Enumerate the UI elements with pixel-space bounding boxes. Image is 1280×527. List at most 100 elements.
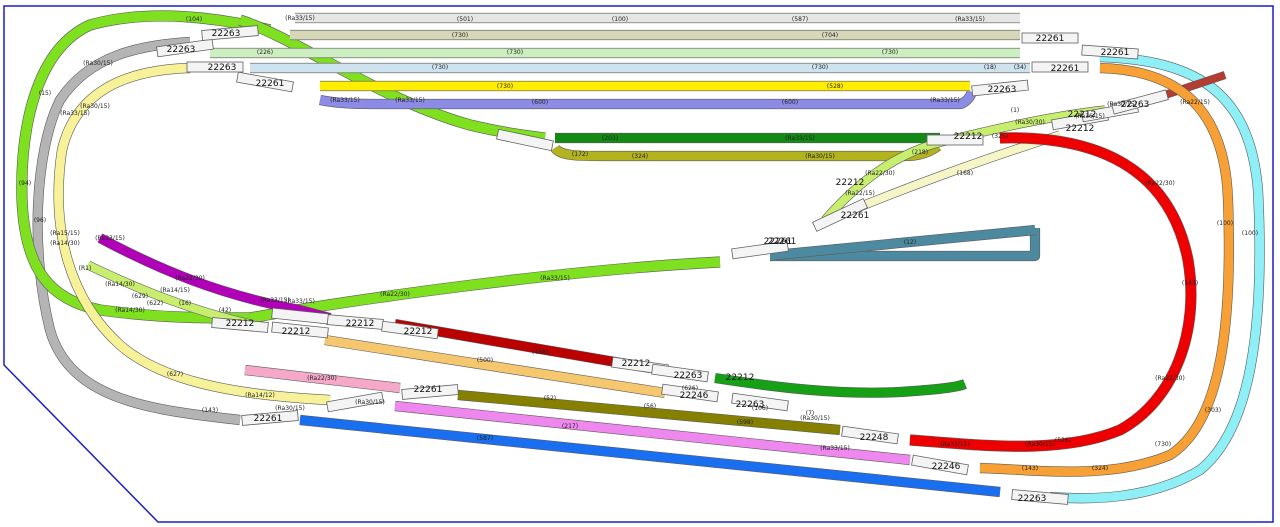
switch-label: 22212 <box>226 319 255 329</box>
switch-label: 22212 <box>1068 110 1097 120</box>
track-length-label: (Ra33/15) <box>820 445 850 452</box>
track-length-label: (172) <box>572 151 588 158</box>
track-length-label: (203) <box>602 135 618 142</box>
switch-label: 22212 <box>622 359 651 369</box>
track-length-label: (Ra14/15) <box>160 287 190 294</box>
track-length-label: (226) <box>257 49 273 56</box>
switch-label: 22261 <box>256 79 285 89</box>
track-length-label: (16) <box>179 300 191 307</box>
track-length-label: (303) <box>1205 407 1221 414</box>
switch-label: 22263 <box>674 371 703 381</box>
track-length-label: (629) <box>132 293 148 300</box>
track-length-label: (730) <box>1155 441 1171 448</box>
track-length-label: (704) <box>822 32 838 39</box>
track-length-label: (Ra33/15) <box>930 97 960 104</box>
track-length-label: (143) <box>202 407 218 414</box>
track-length-label: (Ra22/30) <box>307 375 337 382</box>
track-length-label: (Ra22/30) <box>175 275 205 282</box>
track-length-label: (526) <box>1055 437 1071 444</box>
track-length-label: (Ra33/15) <box>60 110 90 117</box>
track-length-label: (1) <box>1011 107 1020 114</box>
track-length-label: (730) <box>812 64 828 71</box>
track-length-label: (Ra30/15) <box>1025 441 1055 448</box>
track-length-label: (Ra14/30) <box>50 240 80 247</box>
switch-label: 22261 <box>1101 48 1130 58</box>
track-length-label: (217) <box>562 423 578 430</box>
track-length-label: (100) <box>1217 220 1233 227</box>
switch-label: 22246 <box>680 391 709 401</box>
track-length-label: (587) <box>477 435 493 442</box>
track-length-label: (Ra33/15) <box>540 275 570 282</box>
track-length-label: (Ra30/15) <box>800 415 830 422</box>
track-length-label: (730) <box>497 83 513 90</box>
track-length-label: (96) <box>34 217 46 224</box>
switch-label: 22261 <box>841 211 870 221</box>
track-length-label: (34) <box>1014 64 1026 71</box>
track-length-label: (143) <box>1182 280 1198 287</box>
track-length-label: (Ra14/30) <box>115 307 145 314</box>
switch-label: 22261 <box>1036 34 1065 44</box>
switch-label: 22261 <box>414 385 443 395</box>
track-length-label: (Ra22/15) <box>845 190 875 197</box>
switch-label: 22212 <box>726 373 755 383</box>
switch-label: 22246 <box>932 462 961 472</box>
track-length-label: (Ra33/15) <box>285 298 315 305</box>
switch-label: 22248 <box>860 433 889 443</box>
track-segment-lime <box>249 257 721 323</box>
track-length-label: (Ra22/30) <box>1155 375 1185 382</box>
track-length-label: (143) <box>1022 465 1038 472</box>
track-length-label: (168) <box>957 170 973 177</box>
track-length-label: (730) <box>507 49 523 56</box>
track-length-label: (458) <box>532 349 548 356</box>
track-length-label: (R1) <box>79 265 92 272</box>
track-length-label: (Ra22/30) <box>380 291 410 298</box>
track-length-label: (100) <box>612 16 628 23</box>
switch-label: 22263 <box>1121 100 1150 110</box>
track-length-label: (12) <box>904 239 916 246</box>
switch-label: 22212 <box>404 327 433 337</box>
track-length-label: (600) <box>532 99 548 106</box>
track-length-label: (587) <box>792 16 808 23</box>
track-length-label: (104) <box>186 16 202 23</box>
track-segments <box>16 10 1265 505</box>
track-length-label: (Ra30/15) <box>275 405 305 412</box>
track-length-label: (622) <box>147 300 163 307</box>
track-length-label: (Ra33/15) <box>785 135 815 142</box>
switch-label: 22263 <box>736 400 765 410</box>
track-length-label: (56) <box>644 403 656 410</box>
track-length-label: (Ra14/12) <box>245 392 275 399</box>
track-length-label: (325) <box>992 133 1008 140</box>
switch-label: 22263 <box>1018 494 1047 504</box>
switch-label: 22212 <box>954 132 983 142</box>
track-length-label: (Ra30/15) <box>805 153 835 160</box>
switch-label: 22212 <box>836 178 865 188</box>
track-length-label: (18) <box>984 64 996 71</box>
track-length-label: (Ra30/15) <box>355 399 385 406</box>
track-length-label: (Ra30/15) <box>80 103 110 110</box>
track-length-label: (Ra22/30) <box>865 170 895 177</box>
switch-label: 22263 <box>208 63 237 73</box>
track-length-label: (501) <box>457 16 473 23</box>
track-length-label: (94) <box>19 180 31 187</box>
track-length-label: (Ra33/15) <box>95 235 125 242</box>
track-length-label: (Ra15/15) <box>50 230 80 237</box>
track-length-label: (730) <box>882 49 898 56</box>
track-outline <box>53 62 331 406</box>
switch-label: 22212 <box>282 327 311 337</box>
switch-label: 22212 <box>346 319 375 329</box>
track-length-label: (528) <box>827 83 843 90</box>
track-length-label: (Ra22/30) <box>1145 180 1175 187</box>
track-length-label: (Ra33/15) <box>285 15 315 22</box>
track-length-label: (730) <box>452 32 468 39</box>
track-length-label: (15) <box>39 90 51 97</box>
track-length-label: (42) <box>219 307 231 314</box>
switch-label: 22263 <box>212 29 241 39</box>
track-length-label: (Ra14/30) <box>105 281 135 288</box>
track-length-label: (324) <box>632 153 648 160</box>
track-length-label: (730) <box>432 64 448 71</box>
track-length-label: (627) <box>167 371 183 378</box>
track-length-label: (52) <box>544 395 556 402</box>
track-length-label: (598) <box>737 419 753 426</box>
track-layout-diagram: (104) (Ra33/15) (501) (100) (587) (Ra33/15) (7… <box>3 5 1274 523</box>
track-length-label: (Ra33/15) <box>955 16 985 23</box>
